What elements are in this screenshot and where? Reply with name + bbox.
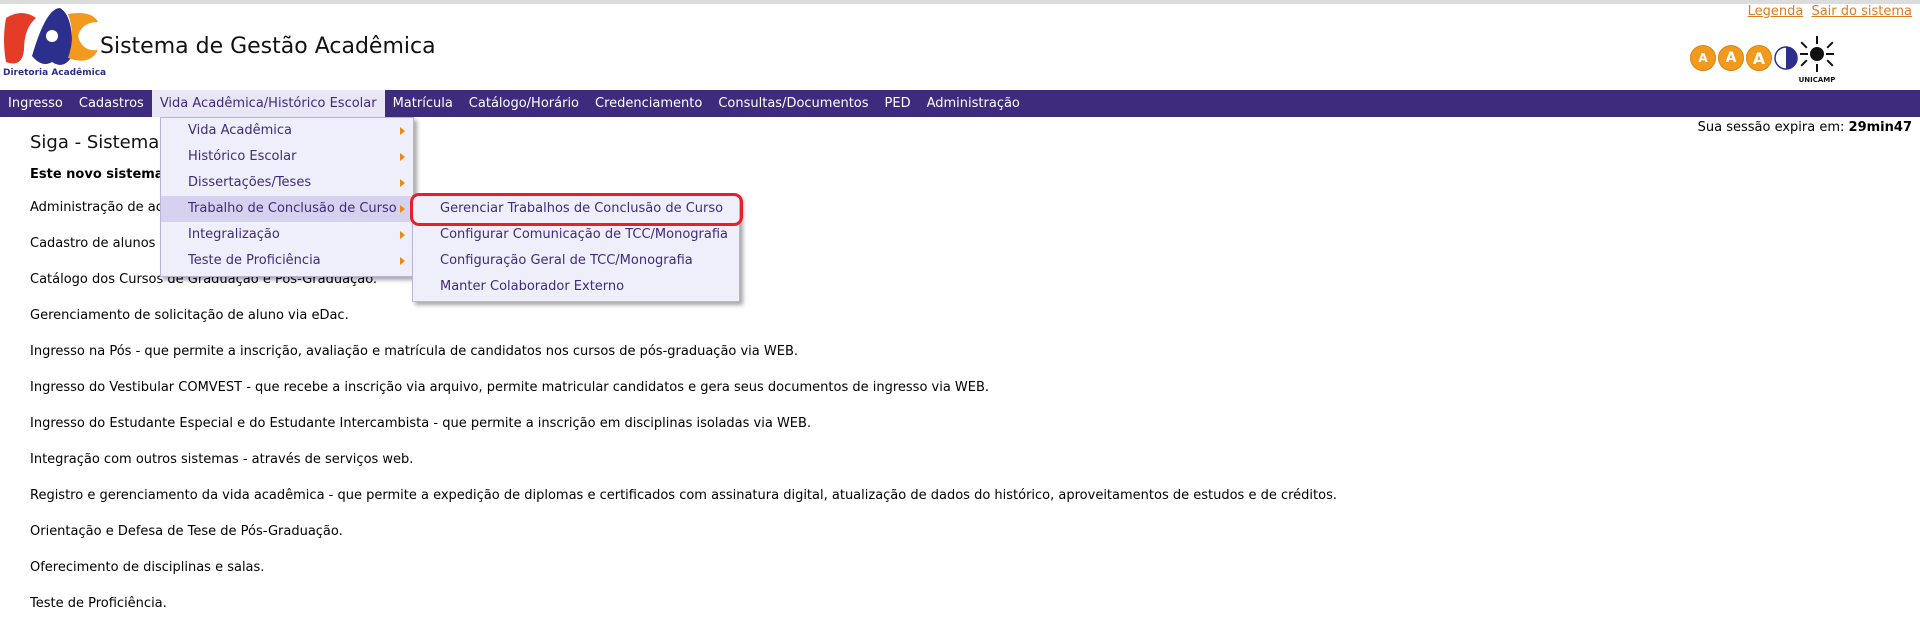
- dropdown-item-label: Teste de Proficiência: [188, 253, 321, 268]
- menu-matricula[interactable]: Matrícula: [385, 90, 461, 117]
- dropdown-item-label: Trabalho de Conclusão de Curso: [188, 201, 397, 216]
- tcc-submenu: Gerenciar Trabalhos de Conclusão de Curs…: [410, 193, 743, 302]
- top-links: Legenda Sair do sistema: [1744, 4, 1912, 19]
- submenu-arrow-icon: [400, 127, 405, 135]
- unicamp-logo-text: UNICAMP: [1799, 76, 1836, 84]
- dropdown-item-vida-academica[interactable]: Vida Acadêmica: [161, 118, 413, 144]
- menu-ped[interactable]: PED: [877, 90, 919, 117]
- font-large-button[interactable]: A: [1746, 45, 1772, 71]
- accessibility-tools: A A A: [1690, 44, 1798, 72]
- font-medium-button[interactable]: A: [1718, 45, 1744, 71]
- legenda-link[interactable]: Legenda: [1748, 4, 1804, 19]
- feature-item: Integração com outros sistemas - através…: [30, 452, 414, 467]
- dropdown-item-label: Vida Acadêmica: [188, 123, 292, 138]
- feature-item: Gerenciamento de solicitação de aluno vi…: [30, 308, 349, 323]
- submenu-arrow-icon: [400, 179, 405, 187]
- dropdown-item-teste-proficiencia[interactable]: Teste de Proficiência: [161, 248, 413, 274]
- menu-ingresso[interactable]: Ingresso: [0, 90, 71, 117]
- menu-consultas-documentos[interactable]: Consultas/Documentos: [710, 90, 876, 117]
- dropdown-item-label: Histórico Escolar: [188, 149, 297, 164]
- vida-academica-dropdown: Vida Acadêmica Histórico Escolar Dissert…: [160, 117, 414, 277]
- feature-item: Oferecimento de disciplinas e salas.: [30, 560, 265, 575]
- feature-item: Teste de Proficiência.: [30, 596, 167, 611]
- feature-item: Ingresso na Pós - que permite a inscriçã…: [30, 344, 799, 359]
- dropdown-item-label: Integralização: [188, 227, 280, 242]
- logo-caption: Diretoria Acadêmica: [3, 68, 107, 78]
- feature-item: Ingresso do Vestibular COMVEST - que rec…: [30, 380, 990, 395]
- menu-administracao[interactable]: Administração: [919, 90, 1028, 117]
- app-title: Sistema de Gestão Acadêmica: [100, 34, 436, 59]
- feature-item: Ingresso do Estudante Especial e do Estu…: [30, 416, 812, 431]
- menu-vida-academica[interactable]: Vida Acadêmica/Histórico Escolar: [151, 90, 385, 117]
- unicamp-logo: UNICAMP: [1799, 36, 1836, 84]
- menu-catalogo-horario[interactable]: Catálogo/Horário: [461, 90, 587, 117]
- dropdown-item-integralizacao[interactable]: Integralização: [161, 222, 413, 248]
- submenu-item-label: Gerenciar Trabalhos de Conclusão de Curs…: [440, 201, 724, 216]
- submenu-arrow-icon: [400, 153, 405, 161]
- menu-credenciamento[interactable]: Credenciamento: [587, 90, 710, 117]
- submenu-arrow-icon: [400, 205, 405, 213]
- submenu-item-configuracao-geral[interactable]: Configuração Geral de TCC/Monografia: [413, 248, 739, 274]
- logout-link[interactable]: Sair do sistema: [1811, 4, 1912, 19]
- submenu-arrow-icon: [400, 231, 405, 239]
- submenu-arrow-icon: [400, 257, 405, 265]
- feature-item: Registro e gerenciamento da vida acadêmi…: [30, 488, 1337, 503]
- submenu-item-gerenciar-tcc[interactable]: Gerenciar Trabalhos de Conclusão de Curs…: [410, 193, 743, 226]
- main-menubar: Ingresso Cadastros Vida Acadêmica/Histór…: [0, 90, 1920, 117]
- menu-cadastros[interactable]: Cadastros: [71, 90, 152, 117]
- submenu-item-configurar-comunicacao[interactable]: Configurar Comunicação de TCC/Monografia: [413, 222, 739, 248]
- font-small-button[interactable]: A: [1690, 45, 1716, 71]
- top-border: [0, 0, 1920, 4]
- dropdown-item-label: Dissertações/Teses: [188, 175, 312, 190]
- session-time: 29min47: [1848, 120, 1912, 135]
- session-timer: Sua sessão expira em: 29min47: [1698, 120, 1912, 135]
- feature-item: Orientação e Defesa de Tese de Pós-Gradu…: [30, 524, 343, 539]
- dropdown-item-historico-escolar[interactable]: Histórico Escolar: [161, 144, 413, 170]
- dropdown-item-trabalho-conclusao-curso[interactable]: Trabalho de Conclusão de Curso: [161, 196, 413, 222]
- dropdown-item-dissertacoes-teses[interactable]: Dissertações/Teses: [161, 170, 413, 196]
- session-label: Sua sessão expira em:: [1697, 120, 1845, 135]
- submenu-item-manter-colaborador[interactable]: Manter Colaborador Externo: [413, 274, 739, 300]
